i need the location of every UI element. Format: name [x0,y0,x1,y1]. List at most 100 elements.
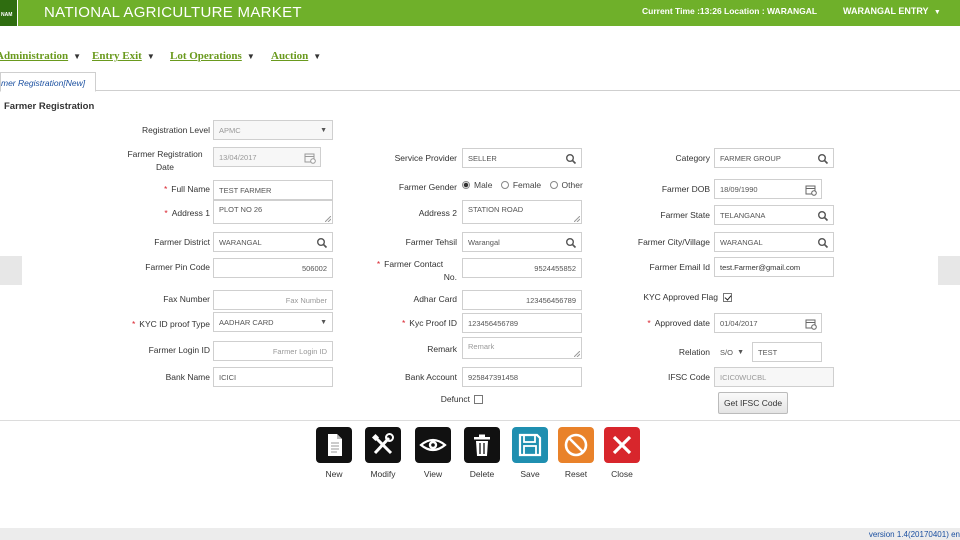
label-line: Farmer Registration [127,149,203,159]
defunct-checkbox[interactable] [474,395,483,404]
gender-radio-male[interactable] [462,181,470,189]
state-lookup[interactable]: TELANGANA [714,205,834,225]
relation-name-input[interactable]: TEST [752,342,822,362]
close-button-tile [604,427,640,463]
resize-handle-icon[interactable] [574,216,580,222]
tab-farmer-registration[interactable]: mer Registration[New] [0,72,96,92]
gender-radio-other[interactable] [549,181,558,189]
new-button-label: New [325,469,343,479]
kyc-proof-input[interactable]: 123456456789 [462,313,582,333]
district-lookup[interactable]: WARANGAL [213,232,333,252]
label-line: * Farmer Contact [363,258,457,271]
kyc-type-value: AADHAR CARD [219,318,274,327]
required-mark: * [163,184,168,194]
tools-icon [371,433,394,455]
reset-icon [564,433,588,457]
chevron-down-icon: ▼ [933,9,941,16]
modify-button-tile [365,427,401,463]
entry-dropdown[interactable]: WARANGAL ENTRY ▼ [843,6,941,16]
search-icon[interactable] [565,237,577,249]
city-lookup[interactable]: WARANGAL [714,232,834,252]
dob-field[interactable]: 18/09/1990 [714,179,822,199]
bank-name-input[interactable]: ICICI [213,367,333,387]
search-icon[interactable] [817,210,829,222]
save-button-tile [512,427,548,463]
label-text: Full Name [171,184,210,194]
registration-level-select[interactable]: APMC ▼ [213,120,333,140]
required-mark: * [401,318,406,328]
footer: version 1.4(20170401) en [0,528,960,540]
view-button-tile [415,427,451,463]
calendar-icon[interactable] [805,184,817,196]
contact-input[interactable]: 9524455852 [462,258,582,278]
label-text: Address 1 [171,208,210,218]
fax-input[interactable]: Fax Number [213,290,333,310]
menu-lot-operations[interactable]: Lot Operations ▼ [170,50,255,62]
registration-date-field[interactable]: 13/04/2017 [213,147,321,167]
delete-button[interactable]: Delete [464,427,500,479]
service-provider-value: SELLER [468,154,497,163]
label-tehsil: Farmer Tehsil [405,237,457,247]
chevron-down-icon: ▼ [320,127,327,134]
gender-radio-female[interactable] [500,181,509,189]
required-mark: * [131,319,136,329]
approved-date-field[interactable]: 01/04/2017 [714,313,822,333]
calendar-icon[interactable] [805,318,817,330]
label-city: Farmer City/Village [637,237,710,247]
email-input[interactable]: test.Farmer@gmail.com [714,257,834,277]
remark-textarea[interactable]: Remark [462,337,582,359]
label-fax: Fax Number [163,294,210,304]
tehsil-lookup[interactable]: Warangal [462,232,582,252]
reset-button[interactable]: Reset [558,427,594,479]
section-title: Farmer Registration [4,101,95,112]
search-icon[interactable] [817,153,829,165]
bank-account-input[interactable]: 925847391458 [462,367,582,387]
search-icon[interactable] [817,237,829,249]
chevron-down-icon: ▼ [146,52,155,61]
save-button[interactable]: Save [512,427,548,479]
district-value: WARANGAL [219,238,262,247]
kyc-approved-checkbox[interactable] [723,293,732,302]
label-dob: Farmer DOB [661,184,710,194]
close-button[interactable]: Close [604,427,640,479]
logo-text: NAM [1,12,13,18]
menu-administration[interactable]: Administration ▼ [0,50,81,62]
address-1-textarea[interactable]: PLOT NO 26 [213,200,333,224]
get-ifsc-button[interactable]: Get IFSC Code [718,392,788,414]
address-2-textarea[interactable]: STATION ROAD [462,200,582,224]
resize-handle-icon[interactable] [574,351,580,357]
gender-radio-group: Male Female Other [462,180,589,190]
side-scroll-left[interactable] [0,256,22,285]
adhar-input[interactable]: 123456456789 [462,290,582,310]
login-id-input[interactable]: Farmer Login ID [213,341,333,361]
search-icon[interactable] [316,237,328,249]
label-registration-level: Registration Level [141,125,210,135]
search-icon[interactable] [565,153,577,165]
ifsc-input[interactable]: ICIC0WUCBL [714,367,834,387]
tehsil-value: Warangal [468,238,500,247]
side-scroll-right[interactable] [938,256,960,285]
category-lookup[interactable]: FARMER GROUP [714,148,834,168]
view-button[interactable]: View [415,427,451,479]
label-login-id: Farmer Login ID [148,345,210,355]
label-bank-name: Bank Name [165,372,210,382]
modify-button[interactable]: Modify [365,427,401,479]
app-header: NAM NATIONAL AGRICULTURE MARKET Current … [0,0,960,26]
relation-type-select[interactable]: S/O ▼ [714,342,750,362]
dob-value: 18/09/1990 [720,185,758,194]
registration-date-value: 13/04/2017 [219,153,257,162]
resize-handle-icon[interactable] [325,216,331,222]
gender-option-label: Male [474,180,493,190]
new-button[interactable]: New [316,427,352,479]
menu-auction[interactable]: Auction ▼ [271,50,321,62]
label-kyc-proof: * Kyc Proof ID [357,317,457,330]
menu-entry-exit[interactable]: Entry Exit ▼ [92,50,155,62]
full-name-input[interactable]: TEST FARMER [213,180,333,200]
calendar-icon[interactable] [304,152,316,164]
kyc-type-select[interactable]: AADHAR CARD ▼ [213,312,333,332]
label-full-name: * Full Name [110,183,210,196]
service-provider-lookup[interactable]: SELLER [462,148,582,168]
pin-code-input[interactable]: 506002 [213,258,333,278]
label-state: Farmer State [660,210,710,220]
time-location-info: Current Time :13:26 Location : WARANGAL [642,6,818,16]
